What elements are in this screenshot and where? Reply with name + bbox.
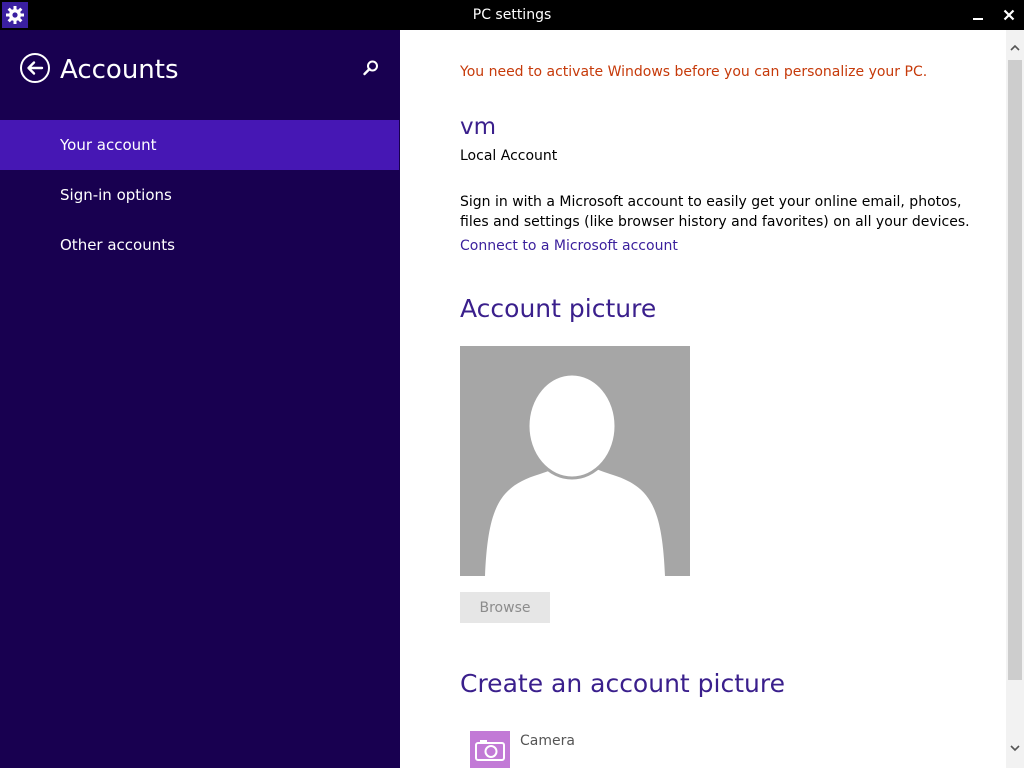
scroll-up-button[interactable] <box>1006 36 1024 56</box>
title-bar: PC settings <box>0 0 1024 30</box>
window-title: PC settings <box>472 7 552 23</box>
sidebar-item-label: Your account <box>60 136 157 154</box>
browse-button[interactable]: Browse <box>460 592 550 623</box>
vertical-scrollbar[interactable] <box>1006 30 1024 768</box>
search-button[interactable] <box>359 58 383 82</box>
avatar <box>460 346 690 576</box>
chevron-up-icon <box>1010 37 1020 56</box>
camera-icon[interactable] <box>470 731 510 768</box>
back-button[interactable] <box>19 52 51 88</box>
sidebar-item-your-account[interactable]: Your account <box>0 120 399 170</box>
minimize-button[interactable] <box>963 0 993 30</box>
create-account-picture-heading: Create an account picture <box>460 669 785 698</box>
scrollbar-thumb[interactable] <box>1008 60 1022 680</box>
search-icon <box>362 59 380 81</box>
back-arrow-icon <box>19 52 51 88</box>
sidebar-item-label: Sign-in options <box>60 186 172 204</box>
sidebar: Accounts Your account Sign-in options Ot… <box>0 30 400 768</box>
user-silhouette-icon <box>485 372 665 576</box>
account-type: Local Account <box>460 148 558 164</box>
connect-microsoft-account-link[interactable]: Connect to a Microsoft account <box>460 238 678 254</box>
main-content: You need to activate Windows before you … <box>400 30 1006 768</box>
sidebar-item-label: Other accounts <box>60 236 175 254</box>
camera-label[interactable]: Camera <box>520 733 575 749</box>
microsoft-account-description: Sign in with a Microsoft account to easi… <box>460 194 970 230</box>
scroll-down-button[interactable] <box>1006 736 1024 756</box>
close-icon <box>1003 6 1015 25</box>
account-picture-heading: Account picture <box>460 294 657 323</box>
sidebar-item-other-accounts[interactable]: Other accounts <box>0 220 400 270</box>
sidebar-item-sign-in-options[interactable]: Sign-in options <box>0 170 400 220</box>
minimize-icon <box>972 6 984 25</box>
user-name: vm <box>460 114 497 140</box>
activation-warning: You need to activate Windows before you … <box>460 64 928 80</box>
sidebar-title: Accounts <box>60 55 179 85</box>
chevron-down-icon <box>1010 737 1020 756</box>
close-button[interactable] <box>994 0 1024 30</box>
